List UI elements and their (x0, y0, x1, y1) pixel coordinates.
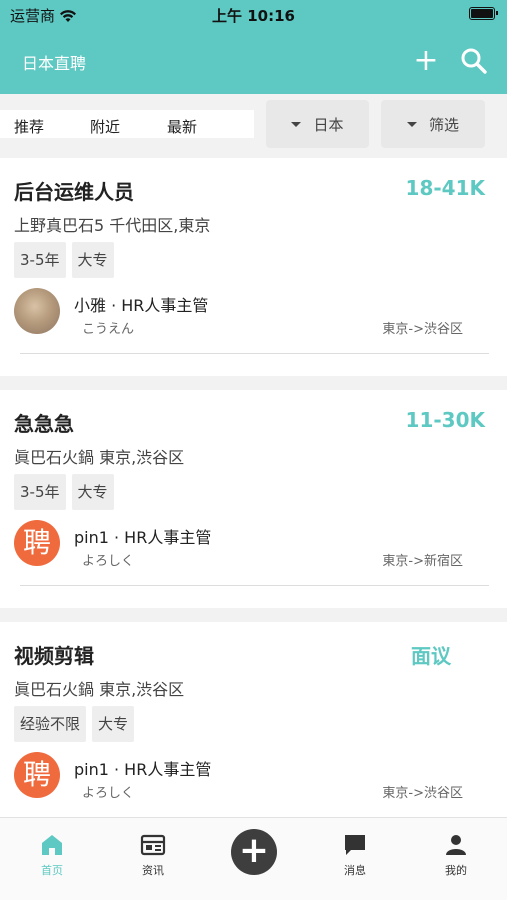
tab-bar: 首页 资讯 + 消息 我的 (0, 817, 507, 900)
chat-icon (345, 835, 365, 855)
tag-experience: 3-5年 (14, 242, 66, 278)
caret-down-icon (406, 121, 417, 127)
caret-down-icon (291, 121, 302, 127)
company-logo: 聘 (14, 752, 60, 798)
company-logo: 聘 (14, 520, 60, 566)
filter-bar: 推荐 附近 最新 日本 筛选 (0, 94, 507, 152)
avatar (14, 288, 60, 334)
status-bar: 运营商 上午 10:16 (0, 0, 507, 30)
divider (20, 585, 489, 586)
job-route: 東京->渋谷区 (382, 322, 463, 337)
job-tags: 经验不限 大专 (14, 706, 135, 742)
divider (20, 353, 489, 354)
sort-tabs: 推荐 附近 最新 (0, 110, 254, 138)
salary: 18-41K (405, 176, 485, 200)
publish-button[interactable]: + (231, 829, 277, 875)
tag-experience: 经验不限 (14, 706, 87, 742)
tab-label: 首页 (41, 864, 63, 877)
tab-home[interactable]: 首页 (22, 832, 82, 878)
hr-greeting: よろしく (82, 554, 135, 569)
region-dropdown[interactable]: 日本 (266, 100, 369, 148)
hr-greeting: こうえん (82, 322, 135, 337)
job-location: 上野真巴石5 千代田区,東京 (14, 216, 211, 235)
tab-profile[interactable]: 我的 (426, 832, 486, 878)
tab-label: 资讯 (142, 864, 164, 877)
tag-education: 大专 (71, 242, 114, 278)
job-card[interactable]: 急急急 11-30K 眞巴石火鍋 東京,渋谷区 3-5年 大专 聘 pin1 ·… (0, 390, 507, 608)
battery-icon (469, 7, 498, 20)
tab-latest[interactable]: 最新 (167, 116, 197, 137)
tag-experience: 3-5年 (14, 474, 66, 510)
job-card[interactable]: 后台运维人员 18-41K 上野真巴石5 千代田区,東京 3-5年 大专 小雅 … (0, 158, 507, 376)
job-location: 眞巴石火鍋 東京,渋谷区 (14, 448, 185, 467)
job-tags: 3-5年 大专 (14, 242, 114, 278)
region-dropdown-label: 日本 (313, 115, 344, 134)
user-icon (446, 835, 466, 855)
tab-messages[interactable]: 消息 (325, 832, 385, 878)
tab-news[interactable]: 资讯 (123, 832, 183, 878)
hr-name: 小雅 · HR人事主管 (74, 296, 209, 315)
search-icon[interactable] (457, 44, 491, 78)
tab-recommend[interactable]: 推荐 (14, 116, 44, 137)
tab-label: 消息 (344, 864, 366, 877)
job-card[interactable]: 视频剪辑 面议 眞巴石火鍋 東京,渋谷区 经验不限 大专 聘 pin1 · HR… (0, 622, 507, 840)
job-route: 東京->新宿区 (382, 554, 463, 569)
tab-nearby[interactable]: 附近 (90, 116, 120, 137)
hr-greeting: よろしく (82, 786, 135, 801)
home-icon (42, 835, 62, 855)
job-route: 東京->渋谷区 (382, 786, 463, 801)
tab-label: 我的 (445, 864, 467, 877)
salary: 面议 (411, 644, 451, 668)
page-title: 日本直聘 (22, 54, 87, 73)
job-title: 视频剪辑 (14, 644, 94, 668)
hr-name: pin1 · HR人事主管 (74, 760, 212, 779)
hr-name: pin1 · HR人事主管 (74, 528, 212, 547)
newspaper-icon (140, 834, 166, 856)
salary: 11-30K (405, 408, 485, 432)
filter-dropdown[interactable]: 筛选 (381, 100, 485, 148)
clock: 上午 10:16 (212, 7, 295, 25)
filter-dropdown-label: 筛选 (428, 115, 459, 134)
nav-bar: 日本直聘 + (0, 30, 507, 94)
job-title: 急急急 (14, 412, 74, 436)
job-title: 后台运维人员 (14, 180, 134, 204)
add-icon[interactable]: + (410, 46, 442, 78)
job-location: 眞巴石火鍋 東京,渋谷区 (14, 680, 185, 699)
tag-education: 大专 (92, 706, 135, 742)
job-tags: 3-5年 大专 (14, 474, 114, 510)
tag-education: 大专 (71, 474, 114, 510)
